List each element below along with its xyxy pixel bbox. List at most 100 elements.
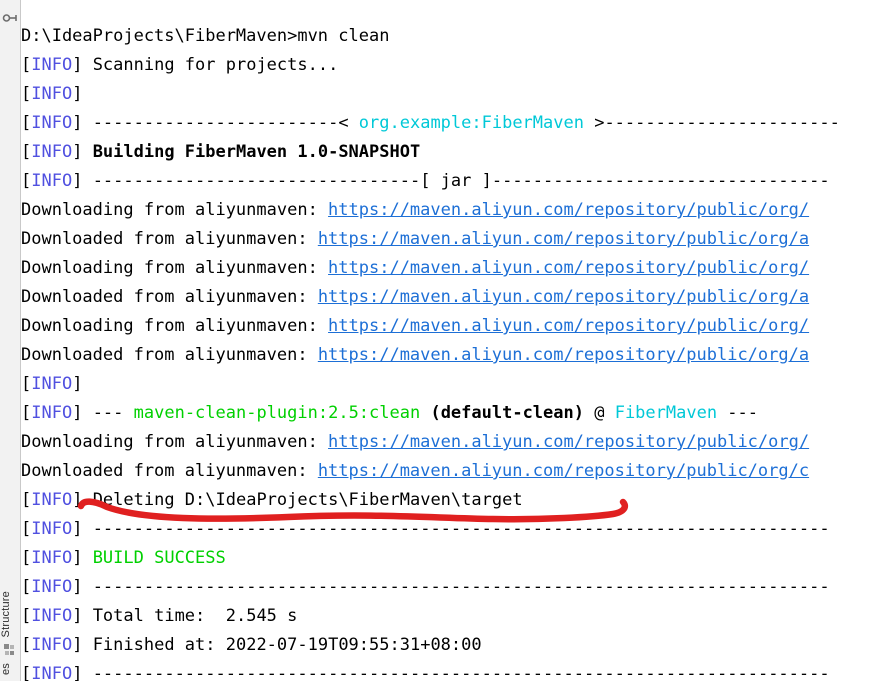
console-line: [INFO] Deleting D:\IdeaProjects\FiberMav… (21, 486, 887, 515)
console-line: [INFO] --- maven-clean-plugin:2.5:clean … (21, 399, 887, 428)
console-text: --- (717, 403, 759, 423)
console-text: ----------------------------------------… (92, 577, 830, 597)
console-line: [INFO] ---------------------------------… (21, 515, 887, 544)
tool-window-buttons: Structure es (0, 587, 20, 681)
console-text: D:\IdeaProjects\FiberMaven>mvn clean (21, 26, 390, 46)
console-text: Downloaded from aliyunmaven: (21, 229, 318, 249)
console-text: [ (21, 577, 32, 597)
console-text: ] (72, 577, 93, 597)
console-text: Total time: 2.545 s (92, 606, 298, 626)
console-text: INFO (31, 55, 73, 75)
console-text: ] (72, 113, 93, 133)
console-text: [ (21, 84, 32, 104)
console-text: INFO (31, 664, 73, 681)
console-link[interactable]: https://maven.aliyun.com/repository/publ… (328, 316, 809, 336)
console-text: ] (72, 84, 93, 104)
sidebar-item-structure[interactable]: Structure (0, 587, 20, 641)
console-line: [INFO] Total time: 2.545 s (21, 602, 887, 631)
console-link[interactable]: https://maven.aliyun.com/repository/publ… (318, 287, 809, 307)
console-line: [INFO] BUILD SUCCESS (21, 544, 887, 573)
sidebar-item-favorites[interactable]: es (0, 659, 20, 679)
console-line: [INFO] --------------------------------[… (21, 167, 887, 196)
console-line: D:\IdeaProjects\FiberMaven>mvn clean (21, 22, 887, 51)
console-text: INFO (31, 374, 73, 394)
console-text: INFO (31, 403, 73, 423)
console-line: Downloading from aliyunmaven: https://ma… (21, 428, 887, 457)
console-text: --- (92, 403, 134, 423)
console-text: [ (21, 519, 32, 539)
console-output-panel[interactable]: D:\IdeaProjects\FiberMaven>mvn clean [INF… (21, 0, 887, 681)
console-text: [ (21, 171, 32, 191)
console-line: [INFO] ---------------------------------… (21, 573, 887, 602)
console-text: ------------------------< (92, 113, 359, 133)
console-line: Downloading from aliyunmaven: https://ma… (21, 196, 887, 225)
console-text: Downloading from aliyunmaven: (21, 200, 329, 220)
console-link[interactable]: https://maven.aliyun.com/repository/publ… (328, 200, 809, 220)
console-text: Building FiberMaven 1.0-SNAPSHOT (92, 142, 421, 162)
console-text: Downloading from aliyunmaven: (21, 432, 329, 452)
console-text: Scanning for projects... (92, 55, 339, 75)
console-line: Downloaded from aliyunmaven: https://mav… (21, 283, 887, 312)
console-text: Deleting D:\IdeaProjects\FiberMaven\targ… (92, 490, 523, 510)
console-link[interactable]: https://maven.aliyun.com/repository/publ… (318, 345, 809, 365)
console-text: [ (21, 635, 32, 655)
console-text: INFO (31, 548, 73, 568)
console-link[interactable]: https://maven.aliyun.com/repository/publ… (318, 461, 809, 481)
console-line: Downloaded from aliyunmaven: https://mav… (21, 457, 887, 486)
console-text: ] (72, 519, 93, 539)
console-text: [ (21, 113, 32, 133)
console-text: [ (21, 664, 32, 681)
console-link[interactable]: https://maven.aliyun.com/repository/publ… (318, 229, 809, 249)
console-text: [ (21, 55, 32, 75)
structure-icon[interactable] (0, 641, 20, 659)
console-text: FiberMaven (614, 403, 718, 423)
console-line: [INFO] Scanning for projects... (21, 51, 887, 80)
console-text: maven-clean-plugin:2.5:clean (133, 403, 421, 423)
console-text: INFO (31, 635, 73, 655)
console-line: [INFO] ------------------------< org.exa… (21, 109, 887, 138)
console-text: ] (72, 490, 93, 510)
console-text: [ (21, 403, 32, 423)
console-text: --------------------------------[ jar ]-… (92, 171, 830, 191)
console-line: Downloaded from aliyunmaven: https://mav… (21, 341, 887, 370)
console-text: Downloaded from aliyunmaven: (21, 287, 318, 307)
console-text: [ (21, 374, 32, 394)
console-line: [INFO] (21, 80, 887, 109)
console-text: ] (72, 635, 93, 655)
console-text: [ (21, 490, 32, 510)
console-text: ] (72, 548, 93, 568)
ide-run-console-window: Structure es D:\IdeaProjects\FiberMaven>… (0, 0, 887, 681)
console-link[interactable]: https://maven.aliyun.com/repository/publ… (328, 432, 809, 452)
console-text: INFO (31, 142, 73, 162)
console-text: >----------------------- (583, 113, 840, 133)
console-line: [INFO] ---------------------------------… (21, 660, 887, 681)
console-line: [INFO] Finished at: 2022-07-19T09:55:31+… (21, 631, 887, 660)
console-text: org.example:FiberMaven (358, 113, 584, 133)
console-text: ] (72, 142, 93, 162)
console-text: ] (72, 403, 93, 423)
console-line: Downloading from aliyunmaven: https://ma… (21, 254, 887, 283)
console-text: Downloaded from aliyunmaven: (21, 461, 318, 481)
console-text: INFO (31, 577, 73, 597)
console-text: INFO (31, 519, 73, 539)
console-line: Downloading from aliyunmaven: https://ma… (21, 312, 887, 341)
console-text: ] (72, 374, 93, 394)
console-text: ] (72, 606, 93, 626)
console-line: Downloaded from aliyunmaven: https://mav… (21, 225, 887, 254)
console-line: [INFO] (21, 370, 887, 399)
console-text: INFO (31, 84, 73, 104)
console-text: Downloaded from aliyunmaven: (21, 345, 318, 365)
tool-window-stripe: Structure es (0, 0, 21, 681)
pin-icon[interactable] (2, 10, 18, 26)
console-line: [INFO] Building FiberMaven 1.0-SNAPSHOT (21, 138, 887, 167)
console-text: (default-clean) (420, 403, 584, 423)
console-text: INFO (31, 113, 73, 133)
console-text: @ (583, 403, 615, 423)
console-text: [ (21, 142, 32, 162)
console-text: ] (72, 171, 93, 191)
console-lines: D:\IdeaProjects\FiberMaven>mvn clean [INF… (21, 22, 887, 681)
console-text: INFO (31, 490, 73, 510)
console-text: ----------------------------------------… (92, 664, 830, 681)
console-link[interactable]: https://maven.aliyun.com/repository/publ… (328, 258, 809, 278)
console-text: Downloading from aliyunmaven: (21, 258, 329, 278)
